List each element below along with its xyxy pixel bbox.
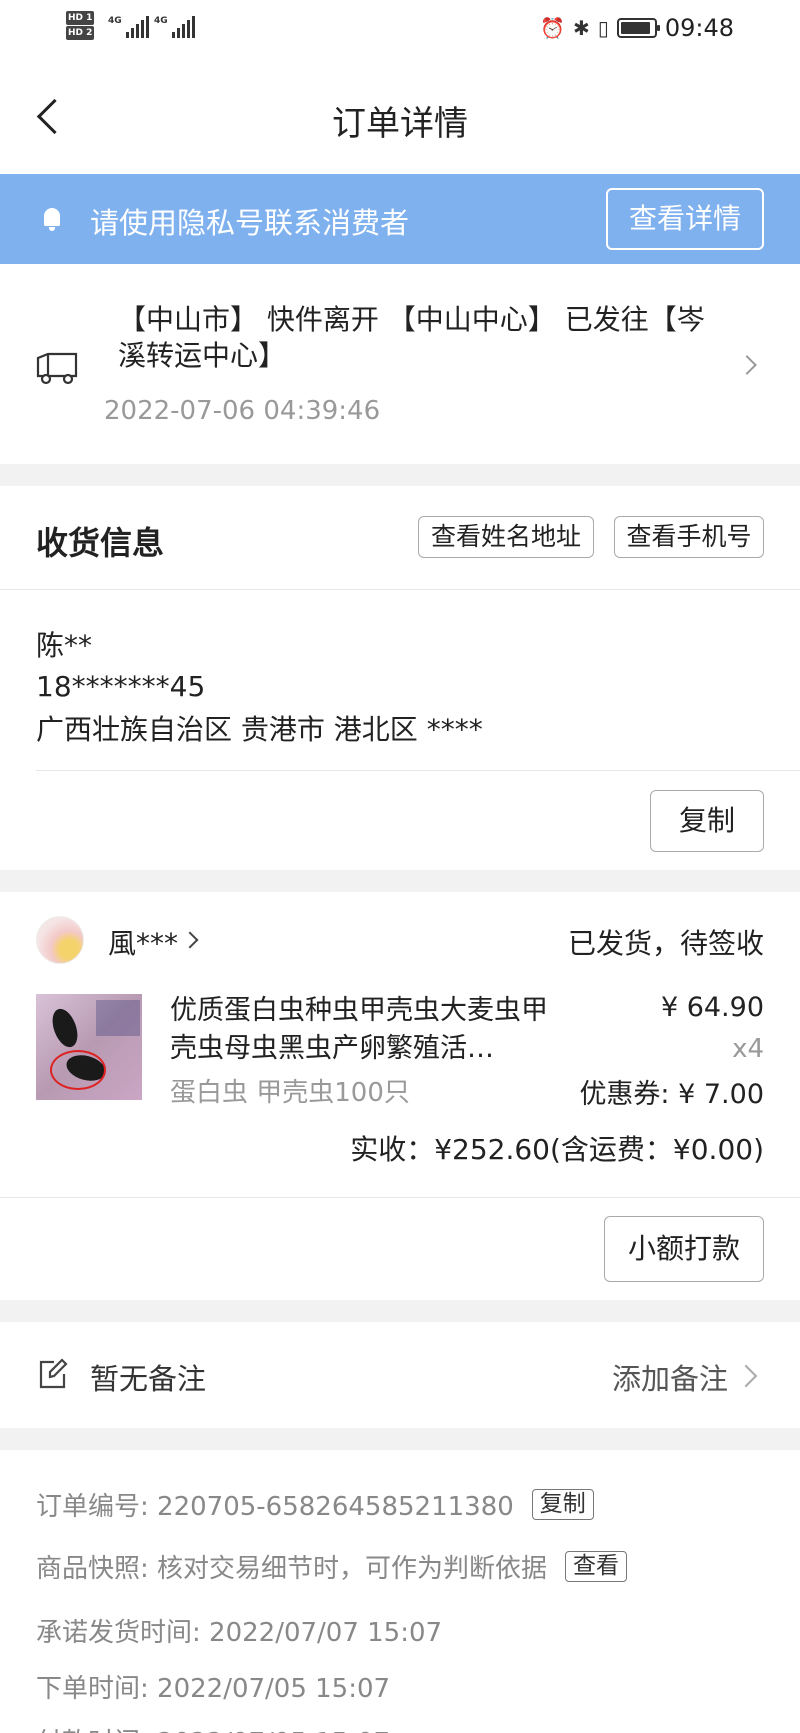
logistics-card[interactable]: 【中山市】 快件离开 【中山中心】 已发往【岑溪转运中心】 2022-07-06… — [0, 264, 800, 464]
product-price: ¥ 64.90 — [660, 992, 764, 1023]
shop-name[interactable]: 風*** — [108, 922, 178, 962]
order-info-card: 订单编号: 220705-658264585211380 复制 商品快照: 核对… — [0, 1450, 800, 1733]
edit-icon — [39, 1358, 68, 1389]
status-right: ⏰ ✱ ▯ 09:48 — [540, 14, 734, 42]
vibrate-icon: ▯ — [597, 16, 609, 40]
receiver-phone: 18*******45 — [36, 670, 206, 703]
remark-card[interactable]: 暂无备注 添加备注 — [0, 1322, 800, 1428]
chevron-right-icon — [737, 355, 757, 375]
logistics-text: 【中山市】 快件离开 【中山中心】 已发往【岑溪转运中心】 — [118, 303, 705, 372]
page-title: 订单详情 — [332, 104, 468, 144]
receiver-title: 收货信息 — [36, 524, 165, 562]
receiver-header: 收货信息 查看姓名地址 查看手机号 — [0, 486, 800, 590]
status-time: 09:48 — [664, 14, 734, 42]
product-title[interactable]: 优质蛋白虫种虫甲壳虫大麦虫甲壳虫母虫黑虫产卵繁殖活… — [170, 992, 550, 1068]
snapshot-row: 商品快照: 核对交易细节时，可作为判断依据 查看 — [36, 1548, 628, 1585]
signal-icon: 4G — [154, 16, 195, 38]
alarm-icon: ⏰ — [540, 16, 566, 40]
shop-name-label: 風*** — [108, 927, 179, 960]
view-details-button[interactable]: 查看详情 — [606, 188, 764, 250]
thumbnail-watermark — [96, 1000, 140, 1036]
logistics-time: 2022-07-06 04:39:46 — [104, 396, 381, 426]
product-quantity: x4 — [732, 1034, 764, 1064]
sim1-label: HD 1 — [66, 11, 95, 25]
privacy-banner: 请使用隐私号联系消费者 查看详情 — [0, 174, 800, 264]
order-number: 订单编号: 220705-658264585211380 — [36, 1492, 514, 1522]
chevron-right-icon — [181, 931, 199, 949]
product-thumbnail[interactable] — [36, 994, 142, 1100]
order-number-row: 订单编号: 220705-658264585211380 复制 — [36, 1486, 594, 1523]
divider — [36, 770, 800, 771]
received-amount: 实收：¥252.60(含运费：¥0.00) — [350, 1133, 764, 1166]
battery-icon — [616, 18, 660, 38]
small-transfer-button[interactable]: 小额打款 — [604, 1216, 764, 1282]
view-snapshot-button[interactable]: 查看 — [565, 1551, 628, 1582]
order-card: 風*** 已发货，待签收 优质蛋白虫种虫甲壳虫大麦虫甲壳虫母虫黑虫产卵繁殖活… … — [0, 892, 800, 1300]
bell-icon — [40, 206, 66, 234]
bluetooth-icon: ✱ — [573, 16, 590, 40]
promise-ship-time: 承诺发货时间: 2022/07/07 15:07 — [36, 1618, 443, 1648]
copy-address-button[interactable]: 复制 — [650, 790, 764, 852]
sim2-label: HD 2 — [66, 26, 95, 40]
nav-bar: 订单详情 — [0, 62, 800, 174]
view-name-address-button[interactable]: 查看姓名地址 — [418, 516, 594, 558]
copy-order-number-button[interactable]: 复制 — [531, 1489, 594, 1520]
beetle-shape — [47, 1005, 83, 1051]
battery-fill — [620, 22, 650, 34]
banner-text: 请使用隐私号联系消费者 — [90, 206, 410, 240]
order-status: 已发货，待签收 — [567, 927, 764, 960]
chevron-right-icon — [734, 1364, 758, 1388]
status-bar: HD 1 HD 2 4G 4G ⏰ ✱ ▯ 09:48 — [0, 0, 800, 62]
add-remark-link[interactable]: 添加备注 — [612, 1356, 728, 1398]
receiver-address: 广西壮族自治区 贵港市 港北区 **** — [36, 713, 483, 746]
network2-label: 4G — [154, 16, 168, 26]
highlight-circle — [50, 1050, 106, 1090]
view-phone-button[interactable]: 查看手机号 — [614, 516, 764, 558]
avatar — [36, 916, 84, 964]
network1-label: 4G — [108, 16, 122, 26]
pay-time: 付款时间: 2022/07/05 15:07 — [36, 1722, 390, 1733]
coupon-amount: 优惠券: ¥ 7.00 — [579, 1079, 764, 1110]
remark-text: 暂无备注 — [90, 1362, 207, 1396]
product-spec: 蛋白虫 甲壳虫100只 — [170, 1078, 410, 1108]
product-snapshot: 商品快照: 核对交易细节时，可作为判断依据 — [36, 1554, 548, 1584]
signal-icon: 4G — [108, 16, 149, 38]
receiver-name: 陈** — [36, 629, 93, 662]
receiver-info: 陈** 18*******45 广西壮族自治区 贵港市 港北区 **** 复制 — [0, 590, 800, 870]
divider — [0, 1197, 800, 1198]
sim-indicators: HD 1 HD 2 — [66, 10, 96, 40]
truck-icon — [36, 352, 78, 385]
order-time: 下单时间: 2022/07/05 15:07 — [36, 1674, 391, 1704]
